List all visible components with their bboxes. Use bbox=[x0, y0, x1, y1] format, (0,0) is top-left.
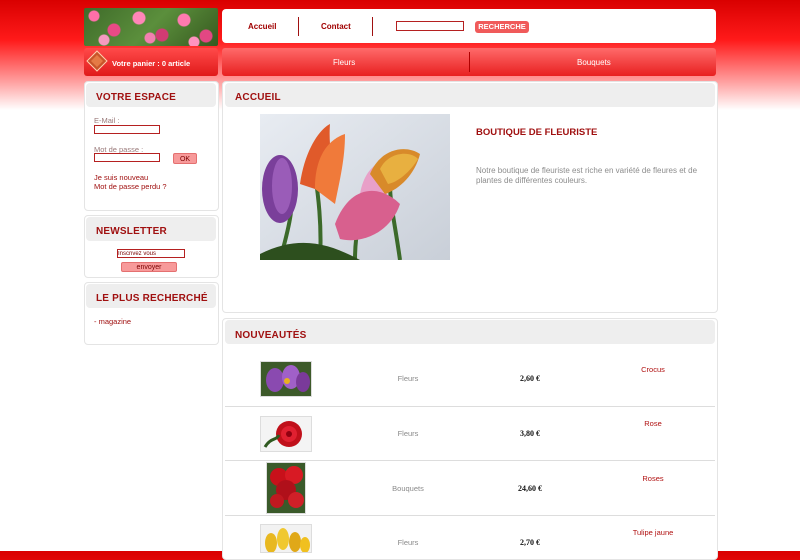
row-divider bbox=[225, 515, 715, 516]
shop-description: Notre boutique de fleuriste est riche en… bbox=[476, 166, 698, 185]
register-link[interactable]: Je suis nouveau bbox=[94, 173, 148, 182]
lost-password-link[interactable]: Mot de passe perdu ? bbox=[94, 182, 167, 191]
newsletter-box-title: NEWSLETTER bbox=[96, 226, 167, 237]
nav-divider bbox=[372, 17, 373, 36]
password-field[interactable] bbox=[94, 153, 160, 162]
basket-icon[interactable] bbox=[86, 50, 108, 72]
logo-flowers-banner bbox=[84, 8, 218, 46]
product-name-link[interactable]: Tulipe jaune bbox=[608, 528, 698, 537]
rose-thumbnail[interactable] bbox=[260, 416, 312, 452]
crocus-thumbnail[interactable] bbox=[260, 361, 312, 397]
new-products-title: NOUVEAUTÉS bbox=[235, 330, 307, 341]
email-label: E-Mail : bbox=[94, 116, 120, 125]
login-ok-button[interactable]: OK bbox=[173, 153, 197, 164]
newsletter-send-button[interactable]: envoyer bbox=[121, 262, 177, 272]
nav-link-accueil[interactable]: Accueil bbox=[248, 22, 276, 31]
account-box-title: VOTRE ESPACE bbox=[96, 92, 177, 103]
yellow-tulip-thumbnail[interactable] bbox=[260, 524, 312, 553]
menu-item-bouquets[interactable]: Bouquets bbox=[577, 58, 611, 67]
popular-link-magazine[interactable]: - magazine bbox=[94, 317, 131, 326]
product-price: 24,60 € bbox=[518, 484, 542, 493]
menu-item-fleurs[interactable]: Fleurs bbox=[333, 58, 355, 67]
roses-bouquet-thumbnail[interactable] bbox=[266, 462, 306, 514]
popular-box-title: LE PLUS RECHERCHÉ bbox=[96, 293, 208, 304]
shop-title: BOUTIQUE DE FLEURISTE bbox=[476, 127, 598, 138]
product-name-link[interactable]: Rose bbox=[608, 419, 698, 428]
product-category: Fleurs bbox=[397, 538, 419, 547]
row-divider bbox=[225, 460, 715, 461]
product-category: Bouquets bbox=[392, 484, 424, 493]
menu-divider bbox=[469, 52, 470, 72]
product-price: 2,70 € bbox=[520, 538, 540, 547]
product-price: 2,60 € bbox=[520, 374, 540, 383]
product-category: Fleurs bbox=[397, 374, 419, 383]
email-field[interactable] bbox=[94, 125, 160, 134]
cart-summary[interactable]: Votre panier : 0 article bbox=[112, 59, 190, 68]
home-title: ACCUEIL bbox=[235, 92, 281, 103]
top-navigation-bar bbox=[222, 9, 716, 43]
row-divider bbox=[225, 406, 715, 407]
product-name-link[interactable]: Crocus bbox=[608, 365, 698, 374]
search-button[interactable]: RECHERCHE bbox=[475, 21, 529, 33]
newsletter-email-input[interactable] bbox=[117, 249, 185, 258]
tulips-photo bbox=[260, 114, 450, 260]
product-name-link[interactable]: Roses bbox=[608, 474, 698, 483]
home-box-header bbox=[225, 83, 715, 107]
nav-divider bbox=[298, 17, 299, 36]
nav-link-contact[interactable]: Contact bbox=[321, 22, 351, 31]
product-category: Fleurs bbox=[397, 429, 419, 438]
product-price: 3,80 € bbox=[520, 429, 540, 438]
search-input[interactable] bbox=[396, 21, 464, 31]
